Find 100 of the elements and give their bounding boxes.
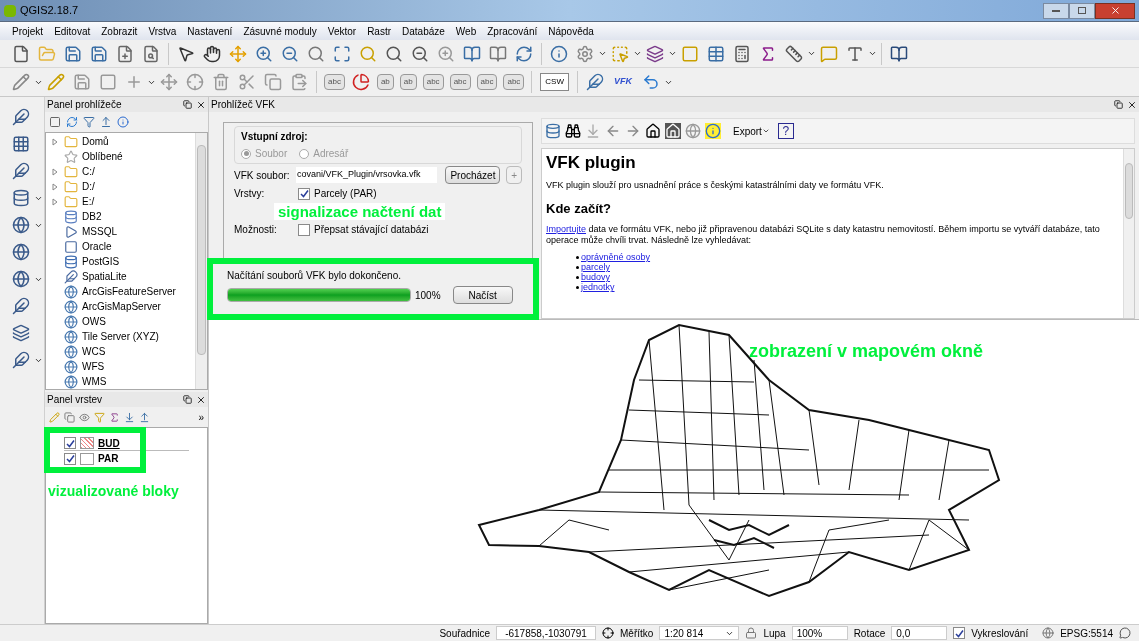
menu-item[interactable]: Projekt: [12, 23, 44, 39]
browser-item[interactable]: D:/: [82, 179, 95, 194]
magnifier-field[interactable]: 100%: [791, 626, 848, 640]
browser-item[interactable]: Oblíbené: [82, 149, 123, 164]
browser-item[interactable]: Oracle: [82, 239, 112, 254]
dropdown-caret-icon[interactable]: [633, 49, 642, 58]
rotation-field[interactable]: 0,0: [891, 626, 948, 640]
help-link[interactable]: jednotky: [581, 282, 615, 293]
browser-item[interactable]: ArcGisMapServer: [82, 299, 161, 314]
browse-button[interactable]: Procházet: [445, 166, 501, 184]
menu-item[interactable]: Zobrazit: [101, 23, 138, 39]
lock-icon[interactable]: [745, 627, 758, 639]
eye-icon[interactable]: [79, 411, 90, 423]
close-icon[interactable]: [196, 394, 206, 405]
coordinates-field[interactable]: -617858,-1030791: [496, 626, 597, 640]
menu-item[interactable]: Editovat: [54, 23, 91, 39]
menu-item[interactable]: Web: [455, 23, 477, 39]
browser-item[interactable]: Domů: [82, 134, 109, 149]
scale-field[interactable]: 1:20 814: [659, 626, 740, 640]
feather-icon: [64, 269, 78, 284]
collapse-all-icon[interactable]: [139, 411, 150, 423]
checkbox[interactable]: [953, 627, 966, 639]
browser-item[interactable]: WCS: [82, 344, 106, 359]
menu-item[interactable]: Nastavení: [187, 23, 233, 39]
dropdown-caret-icon[interactable]: [807, 49, 816, 58]
dropdown-caret-icon[interactable]: [868, 49, 877, 58]
status-label: Rotace: [853, 626, 886, 641]
import-link[interactable]: Importujte: [546, 224, 587, 235]
refresh-icon[interactable]: [66, 116, 78, 128]
browser-item[interactable]: DB2: [82, 209, 102, 224]
label-tool-icon[interactable]: ab: [399, 74, 417, 90]
menu-item[interactable]: Nápověda: [548, 23, 594, 39]
annotation-label: signalizace načtení dat: [274, 203, 446, 220]
radio-label: Soubor: [255, 147, 288, 161]
expand-all-icon[interactable]: [124, 411, 135, 423]
menu-item[interactable]: Zpracování: [487, 23, 538, 39]
csw-button[interactable]: CSW: [540, 73, 569, 91]
expand-arrow-icon[interactable]: [52, 137, 58, 146]
pie-chart-icon[interactable]: [351, 73, 370, 91]
browser-item[interactable]: E:/: [82, 194, 95, 209]
label-tool-icon[interactable]: ab: [376, 74, 394, 90]
annotation-label: vizualizované bloky: [48, 482, 180, 501]
help-button[interactable]: ?: [777, 123, 794, 139]
database-icon: [64, 254, 78, 269]
field-label: VFK soubor:: [234, 168, 291, 183]
help-link[interactable]: parcely: [581, 262, 610, 273]
scrollbar[interactable]: [195, 133, 207, 389]
vfk-plugin-button[interactable]: VFK: [612, 73, 634, 91]
binoculars-icon[interactable]: [565, 123, 581, 139]
checkbox[interactable]: [298, 187, 310, 200]
menu-item[interactable]: Databáze: [402, 23, 445, 39]
browser-item[interactable]: MSSQL: [82, 224, 117, 239]
checkbox-label: Přepsat stávající databázi: [314, 223, 429, 237]
label-tool-icon[interactable]: abc: [422, 74, 444, 90]
star-icon: [64, 149, 78, 164]
close-icon[interactable]: [1127, 99, 1137, 110]
browser-item[interactable]: C:/: [82, 164, 95, 179]
menu-item[interactable]: Rastr: [367, 23, 392, 39]
checkbox[interactable]: [64, 452, 76, 465]
maximize-button[interactable]: [1069, 2, 1095, 19]
back-icon[interactable]: [605, 123, 621, 139]
dropdown-caret-icon[interactable]: [598, 49, 607, 58]
messages-icon[interactable]: [1119, 627, 1131, 639]
close-icon[interactable]: [196, 99, 206, 110]
browser-item[interactable]: WFS: [82, 359, 105, 374]
layer-name[interactable]: PAR: [98, 451, 119, 466]
export-button[interactable]: Export: [733, 123, 770, 139]
help-link[interactable]: budovy: [581, 272, 611, 283]
layer-name[interactable]: BUD: [98, 435, 120, 451]
checkbox[interactable]: [64, 437, 76, 449]
file-path-field[interactable]: covani/VFK_Plugin/vrsovka.vfk: [296, 167, 438, 183]
filter-icon[interactable]: [83, 116, 95, 128]
globe-icon[interactable]: [1042, 627, 1055, 639]
scrollbar[interactable]: [1123, 149, 1134, 318]
more-tools-button[interactable]: »: [198, 409, 204, 425]
dropdown-caret-icon[interactable]: [668, 49, 677, 58]
browser-item[interactable]: ArcGisFeatureServer: [82, 284, 176, 299]
label-tool-icon[interactable]: abc: [503, 74, 525, 90]
menu-item[interactable]: Zásuvné moduly: [243, 23, 317, 39]
menu-item[interactable]: Vrstva: [148, 23, 177, 39]
minimize-button[interactable]: [1043, 2, 1069, 19]
load-button[interactable]: Načíst: [452, 286, 513, 304]
info-icon[interactable]: [117, 116, 129, 128]
browser-item[interactable]: SpatiaLite: [82, 269, 127, 284]
help-link[interactable]: oprávněné osoby: [581, 252, 651, 263]
menu-item[interactable]: Vektor: [327, 23, 357, 39]
crs-label[interactable]: EPSG:5514: [1060, 625, 1113, 641]
browser-item[interactable]: OWS: [82, 314, 106, 329]
browser-item[interactable]: PostGIS: [82, 254, 120, 269]
label-tool-icon[interactable]: abc: [449, 74, 471, 90]
home-icon[interactable]: [645, 123, 661, 139]
label-tool-icon[interactable]: abc: [476, 74, 498, 90]
label-tool-icon[interactable]: abc: [324, 74, 345, 90]
database-add-icon[interactable]: [545, 123, 561, 139]
checkbox[interactable]: [298, 223, 310, 236]
browser-item[interactable]: WMS: [82, 374, 107, 389]
globe-icon: [64, 344, 78, 359]
browser-item[interactable]: Tile Server (XYZ): [82, 329, 159, 344]
close-button[interactable]: [1095, 2, 1135, 19]
info-note-icon[interactable]: [705, 123, 721, 139]
